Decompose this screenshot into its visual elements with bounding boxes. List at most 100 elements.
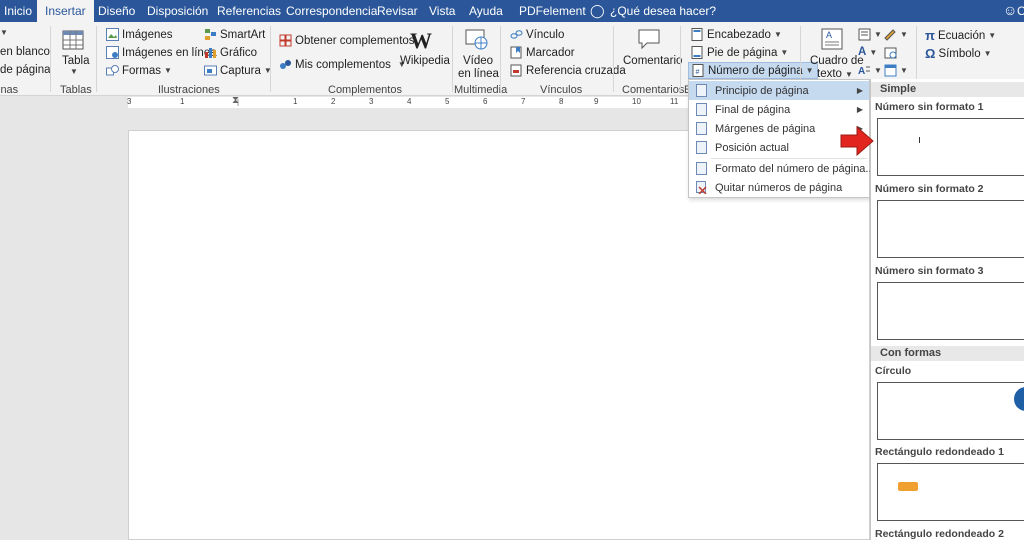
object-button[interactable]: ▼ — [884, 64, 908, 77]
menu-item-final-label: Final de página — [715, 103, 791, 116]
store-icon — [279, 34, 292, 47]
group-label-complementos: Complementos — [328, 84, 402, 96]
quick-parts-button[interactable]: ▼ — [858, 28, 882, 41]
tab-diseno[interactable]: Diseño — [90, 0, 143, 22]
portada-dropdown[interactable]: ▼ — [0, 28, 8, 37]
imagenes-en-linea-button[interactable]: Imágenes en línea — [106, 46, 217, 59]
smartart-button[interactable]: SmartArt — [204, 28, 265, 41]
gallery-section-simple: Simple — [871, 82, 1024, 97]
tab-inicio[interactable]: Inicio — [0, 0, 40, 22]
menu-item-margenes-label: Márgenes de página — [715, 122, 816, 135]
formas-button[interactable]: Formas ▼ — [106, 64, 172, 77]
tell-me-search[interactable]: ¿Qué desea hacer? — [610, 0, 716, 22]
tabla-button[interactable]: Tabla — [62, 55, 90, 67]
menu-item-principio-label: Principio de página — [715, 84, 809, 97]
user-icon[interactable]: ☺ — [1003, 2, 1017, 18]
gallery-thumb-plain-1[interactable] — [877, 118, 1024, 176]
drop-cap-button[interactable]: A ▼ — [858, 64, 882, 77]
ruler-mark: 2 — [331, 97, 336, 106]
gallery-thumb-plain-2[interactable] — [877, 200, 1024, 258]
wikipedia-label: Wikipedia — [400, 55, 450, 67]
video-icon[interactable] — [465, 28, 489, 50]
text-box-icon[interactable]: A — [821, 28, 843, 50]
date-time-button[interactable] — [884, 46, 897, 59]
ruler-mark: 9 — [594, 97, 599, 106]
menu-item-quitar[interactable]: Quitar números de página — [689, 178, 869, 197]
grafico-button[interactable]: Gráfico — [204, 46, 257, 59]
salto-de-pagina-button[interactable]: de página — [0, 64, 51, 76]
simbolo-label: Símbolo — [938, 47, 981, 60]
page-number-icon: # — [692, 64, 705, 77]
my-addins-icon — [279, 58, 292, 71]
tab-pdfelement[interactable]: PDFelement — [511, 0, 594, 22]
gallery-thumb-rounded-rect-1[interactable] — [877, 463, 1024, 521]
ruler-mark: 5 — [445, 97, 450, 106]
mis-complementos-button[interactable]: Mis complementos ▼ — [279, 58, 406, 71]
gallery-thumb-circle[interactable] — [877, 382, 1024, 440]
video-en-linea-button-2[interactable]: en línea — [458, 68, 499, 80]
encabezado-button[interactable]: Encabezado ▼ — [691, 28, 782, 41]
svg-text:A: A — [858, 66, 865, 77]
imagenes-button[interactable]: Imágenes — [106, 28, 173, 41]
pagina-en-blanco-label: en blanco — [0, 46, 50, 58]
referencia-cruzada-button[interactable]: Referencia cruzada — [510, 64, 626, 77]
tabla-label: Tabla — [62, 55, 90, 67]
comentario-button[interactable]: Comentario — [623, 55, 682, 67]
tab-ayuda[interactable]: Ayuda — [461, 0, 511, 22]
cuadro-de-texto-button[interactable]: Cuadro de — [810, 55, 864, 67]
video-en-linea-button[interactable]: Vídeo — [463, 55, 493, 67]
simbolo-button[interactable]: Ω Símbolo ▼ — [925, 46, 992, 61]
vinculo-button[interactable]: Vínculo — [510, 28, 564, 41]
ruler-mark: 10 — [632, 97, 641, 106]
quick-parts-icon — [858, 28, 871, 41]
salto-de-pagina-label: de página — [0, 64, 51, 76]
captura-label: Captura — [220, 64, 261, 77]
numero-de-pagina-button[interactable]: # Número de página ▼ — [688, 62, 818, 79]
pagina-en-blanco-button[interactable]: en blanco — [0, 46, 50, 58]
wordart-button[interactable]: A ▼ — [858, 46, 877, 58]
wikipedia-icon[interactable]: W — [410, 28, 432, 54]
svg-text:#: # — [696, 69, 700, 76]
page-number-gallery: Simple Número sin formato 1 Número sin f… — [870, 79, 1024, 540]
ruler-mark: 11 — [670, 97, 679, 106]
signature-icon — [884, 28, 897, 41]
grafico-label: Gráfico — [220, 46, 258, 59]
chart-icon — [204, 46, 217, 59]
tab-insertar[interactable]: Insertar — [37, 0, 94, 22]
wikipedia-button[interactable]: Wikipedia — [400, 55, 450, 67]
obtener-complementos-button[interactable]: Obtener complementos — [279, 34, 415, 47]
header-icon — [691, 28, 704, 41]
tab-disposicion[interactable]: Disposición — [139, 0, 216, 22]
page-margins-icon — [696, 122, 707, 135]
marcador-button[interactable]: Marcador — [510, 46, 575, 59]
ecuacion-button[interactable]: π Ecuación ▼ — [925, 28, 996, 43]
captura-button[interactable]: Captura ▼ — [204, 64, 272, 77]
ruler-mark: 3 — [369, 97, 374, 106]
referencia-cruzada-label: Referencia cruzada — [526, 64, 626, 77]
pi-icon: π — [925, 28, 935, 43]
tabla-caret[interactable]: ▼ — [70, 67, 78, 76]
video-label-1: Vídeo — [463, 55, 494, 67]
gallery-item-title: Rectángulo redondeado 1 — [875, 446, 1004, 458]
group-label-ilustraciones: Ilustraciones — [158, 84, 220, 96]
menu-item-principio[interactable]: Principio de página ▶ — [689, 81, 869, 100]
footer-icon — [691, 46, 704, 59]
smartart-icon — [204, 28, 217, 41]
page-bottom-icon — [696, 103, 707, 116]
pie-de-pagina-button[interactable]: Pie de página ▼ — [691, 46, 788, 59]
ruler-mark: 1 — [180, 97, 185, 106]
smartart-label: SmartArt — [220, 28, 266, 41]
menu-item-final[interactable]: Final de página ▶ — [689, 100, 869, 119]
rounded-rect-shape — [898, 482, 918, 491]
signature-line-button[interactable]: ▼ — [884, 28, 908, 41]
tab-revisar[interactable]: Revisar — [369, 0, 426, 22]
indent-marker-icon[interactable]: ⧗ — [232, 95, 239, 106]
comment-icon[interactable] — [637, 28, 661, 50]
tab-vista[interactable]: Vista — [421, 0, 463, 22]
menu-item-formato[interactable]: Formato del número de página... — [689, 159, 875, 178]
table-icon[interactable] — [62, 30, 84, 50]
group-label-tablas: Tablas — [60, 84, 92, 96]
svg-text:A: A — [826, 30, 832, 40]
group-separator — [50, 26, 51, 92]
gallery-thumb-plain-3[interactable] — [877, 282, 1024, 340]
